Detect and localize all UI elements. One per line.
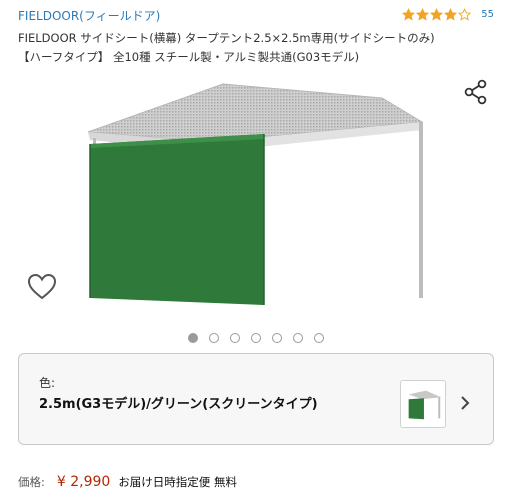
- variant-value: 2.5m(G3モデル)/グリーン(スクリーンタイプ): [39, 397, 318, 412]
- rating[interactable]: 55: [402, 8, 494, 21]
- heart-icon[interactable]: [27, 272, 57, 302]
- chevron-right-icon: [461, 396, 470, 410]
- image-carousel-dots: [0, 333, 512, 343]
- variant-thumbnail: [400, 380, 446, 428]
- variant-selector[interactable]: 色: 2.5m(G3モデル)/グリーン(スクリーンタイプ): [18, 353, 494, 445]
- brand-link[interactable]: FIELDOOR(フィールドア): [18, 7, 160, 24]
- product-title-line1: FIELDOOR サイドシート(横幕) タープテント2.5×2.5m専用(サイド…: [18, 31, 435, 45]
- product-image[interactable]: [70, 60, 460, 330]
- star-full-icon: [430, 8, 444, 21]
- carousel-dot[interactable]: [188, 333, 198, 343]
- price-value: ¥ 2,990: [56, 474, 111, 490]
- star-rating: [402, 8, 472, 21]
- star-full-icon: [416, 8, 430, 21]
- share-icon[interactable]: [462, 78, 490, 106]
- carousel-dot[interactable]: [251, 333, 261, 343]
- carousel-dot[interactable]: [230, 333, 240, 343]
- price-label: 価格:: [18, 475, 45, 489]
- carousel-dot[interactable]: [293, 333, 303, 343]
- star-empty-icon: [458, 8, 472, 21]
- delivery-info: お届け日時指定便 無料: [118, 475, 237, 489]
- carousel-dot[interactable]: [209, 333, 219, 343]
- rating-count[interactable]: 55: [481, 9, 494, 20]
- star-full-icon: [402, 8, 416, 21]
- carousel-dot[interactable]: [272, 333, 282, 343]
- carousel-dot[interactable]: [314, 333, 324, 343]
- variant-label: 色:: [39, 376, 56, 390]
- price-row: 価格: ¥ 2,990 お届け日時指定便 無料: [18, 474, 237, 490]
- star-full-icon: [444, 8, 458, 21]
